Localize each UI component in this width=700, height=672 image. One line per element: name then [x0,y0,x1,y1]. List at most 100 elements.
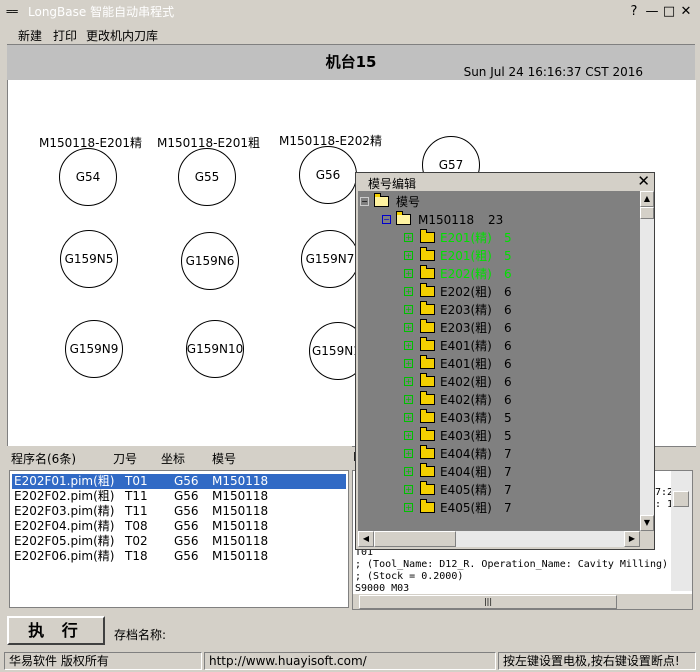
table-row[interactable]: E202F03.pim(精) T11 G56 M150118 [12,504,346,519]
expand-icon[interactable]: + [404,449,413,458]
dialog-hscroll-thumb[interactable] [374,531,456,547]
expand-icon[interactable]: + [404,323,413,332]
table-row[interactable]: E202F05.pim(精) T02 G56 M150118 [12,534,346,549]
expand-icon[interactable]: + [404,395,413,404]
expand-icon[interactable]: + [404,359,413,368]
dialog-title-bar[interactable]: 模号编辑 ✕ [356,172,654,191]
maximize-button[interactable]: □ [661,4,677,20]
tree-item-label: E401(粗) [440,357,492,371]
tool-slot[interactable]: G159N7 [301,230,359,288]
tree-item-count: 5 [504,231,512,245]
folder-icon [420,499,435,513]
tree-item-label: E402(粗) [440,375,492,389]
tree-item-label: E405(精) [440,483,492,497]
expand-icon[interactable]: + [404,377,413,386]
folder-icon [420,481,435,495]
expand-icon[interactable]: + [404,269,413,278]
scroll-left-icon[interactable]: ◀ [358,531,374,547]
tool-slot-label: G159N9 [69,342,119,356]
code-horizontal-scrollbar[interactable]: ||| [353,593,692,609]
tree-item-label: E202(精) [440,267,492,281]
expand-icon[interactable]: + [404,503,413,512]
scroll-right-icon[interactable]: ▶ [624,531,640,547]
folder-icon [420,319,435,333]
program-list[interactable]: E202F01.pim(粗) T01 G56 M150118 E202F02.p… [9,470,349,608]
tool-slot[interactable]: G159N6 [181,232,239,290]
cell-program-name: E202F02.pim(粗) [14,489,115,503]
expand-icon[interactable]: + [404,431,413,440]
code-scroll-thumb[interactable] [673,491,689,507]
table-row[interactable]: E202F02.pim(粗) T11 G56 M150118 [12,489,346,504]
dialog-horizontal-scrollbar[interactable]: ◀ ▶ [358,531,640,547]
dialog-scroll-thumb[interactable] [640,207,654,219]
table-row[interactable]: E202F04.pim(精) T08 G56 M150118 [12,519,346,534]
cell-mold: M150118 [212,519,269,533]
table-row[interactable]: E202F01.pim(粗) T01 G56 M150118 [12,474,346,489]
tree-item-count: 6 [504,339,512,353]
expand-icon[interactable]: + [404,485,413,494]
header-mold-number: 模号 [212,452,237,466]
cell-coord: G56 [174,504,199,518]
cell-tool: T11 [125,504,148,518]
tree-item-label: E403(粗) [440,429,492,443]
cell-program-name: E202F01.pim(粗) [14,474,115,488]
scroll-up-icon[interactable]: ▲ [640,191,654,207]
expand-icon[interactable]: + [404,341,413,350]
help-button[interactable]: ? [626,4,642,20]
expand-icon[interactable]: + [404,413,413,422]
tree-item-count: 6 [504,357,512,371]
tool-slot[interactable]: G54 [59,148,117,206]
tool-slot[interactable]: G159N9 [65,320,123,378]
program-list-panel: 程序名(6条) 刀号 坐标 模号 I E202F01.pim(粗) T01 G5… [7,446,357,610]
table-row[interactable]: E202F06.pim(精) T18 G56 M150118 [12,549,346,564]
close-button[interactable]: ✕ [678,4,694,20]
tool-slot[interactable]: G56 [299,146,357,204]
menu-new[interactable]: 新建 [18,27,42,44]
code-hscroll-thumb[interactable]: ||| [359,595,617,609]
folder-icon [420,445,435,459]
code-line: ; (Tool_Name: D12_R. Operation_Name: Cav… [355,559,669,570]
menu-change-tool-magazine[interactable]: 更改机内刀库 [86,27,158,44]
cell-mold: M150118 [212,474,269,488]
tool-slot[interactable]: G55 [178,148,236,206]
tool-slot[interactable]: G159N10 [186,320,244,378]
cell-coord: G56 [174,489,199,503]
expand-icon[interactable]: + [404,233,413,242]
cell-tool: T11 [125,489,148,503]
menu-print[interactable]: 打印 [53,27,77,44]
header-tool-number: 刀号 [113,452,138,466]
tool-slot-label: G55 [194,170,220,184]
collapse-icon[interactable]: − [382,215,391,224]
menu-bar: 新建 打印 更改机内刀库 [0,24,700,44]
tree-item-label: E201(精) [440,231,492,245]
expand-icon[interactable]: + [404,467,413,476]
tree-item-count: 5 [504,249,512,263]
folder-icon [420,409,435,423]
status-bar: 华易软件 版权所有 http://www.huayisoft.com/ 按左键设… [0,650,700,672]
tree-item-label: E202(粗) [440,285,492,299]
execute-button[interactable]: 执 行 [7,616,105,645]
expand-icon[interactable]: + [404,287,413,296]
expand-icon[interactable]: + [404,305,413,314]
collapse-icon[interactable]: − [360,197,369,206]
header-coordinate: 坐标 [161,452,186,466]
minimize-button[interactable]: — [644,4,660,20]
folder-icon [420,283,435,297]
expand-icon[interactable]: + [404,251,413,260]
folder-icon [420,355,435,369]
tool-slot[interactable]: G159N5 [60,230,118,288]
cell-mold: M150118 [212,534,269,548]
header-program-name: 程序名(6条) [11,452,76,466]
dialog-close-icon[interactable]: ✕ [637,172,650,190]
tool-slot-label: G159N7 [305,252,355,266]
dialog-vertical-scrollbar[interactable]: ▲ ▼ [640,191,654,531]
tool-slot-label: G159N6 [185,254,235,268]
tree-item-label: E203(粗) [440,321,492,335]
mold-tree[interactable]: − 模号 − M150118 23 + E201(精) 5 + E201(粗) 5 + E20… [358,191,640,531]
folder-icon [420,463,435,477]
code-vertical-scrollbar[interactable] [671,471,692,591]
cell-tool: T01 [125,474,148,488]
status-url: http://www.huayisoft.com/ [204,652,496,670]
scroll-down-icon[interactable]: ▼ [640,515,654,531]
code-line: ; (Stock = 0.2000) [355,571,464,582]
